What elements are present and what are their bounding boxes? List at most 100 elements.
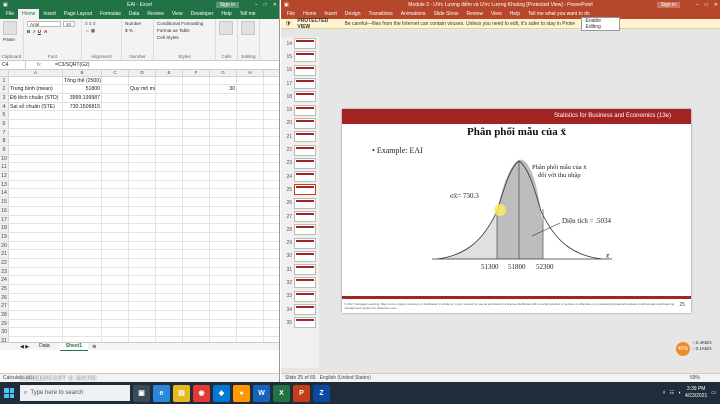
tab-animations[interactable]: Animations bbox=[397, 9, 430, 19]
tab-view[interactable]: View bbox=[487, 9, 506, 19]
grid-cell[interactable] bbox=[102, 198, 129, 206]
grid-cell[interactable] bbox=[63, 258, 102, 267]
grid-cell[interactable] bbox=[102, 311, 129, 319]
grid-cell[interactable] bbox=[102, 232, 129, 241]
chevron-up-icon[interactable]: ˄ bbox=[663, 390, 666, 396]
grid-cell[interactable] bbox=[237, 137, 264, 145]
grid-cell[interactable] bbox=[156, 172, 183, 180]
grid-cell[interactable] bbox=[9, 293, 63, 302]
grid-cell[interactable] bbox=[156, 241, 183, 250]
grid-cell[interactable] bbox=[183, 180, 210, 189]
grid-cell[interactable] bbox=[156, 224, 183, 232]
grid-cell[interactable] bbox=[9, 276, 63, 284]
grid-cell[interactable] bbox=[129, 224, 156, 232]
row-header[interactable]: 29 bbox=[0, 319, 9, 328]
grid-cell[interactable] bbox=[9, 172, 63, 180]
grid-cell[interactable] bbox=[129, 137, 156, 145]
grid-cell[interactable] bbox=[183, 119, 210, 128]
grid-cell[interactable] bbox=[63, 241, 102, 250]
grid-cell[interactable] bbox=[102, 102, 129, 111]
tab-review[interactable]: Review bbox=[143, 9, 167, 19]
grid-cell[interactable] bbox=[129, 293, 156, 302]
grid-cell[interactable] bbox=[102, 319, 129, 328]
tab-help[interactable]: Help bbox=[217, 9, 235, 19]
grid-cell[interactable] bbox=[102, 276, 129, 284]
grid-cell[interactable] bbox=[183, 258, 210, 267]
slide-thumbnail[interactable]: 21 bbox=[281, 130, 319, 143]
editing-icon[interactable] bbox=[241, 21, 255, 35]
grid-cell[interactable] bbox=[129, 215, 156, 224]
grid-cell[interactable] bbox=[129, 328, 156, 337]
slide-thumbnail[interactable]: 14 bbox=[281, 37, 319, 50]
grid-cell[interactable] bbox=[102, 163, 129, 172]
grid-cell[interactable] bbox=[9, 206, 63, 215]
grid-cell[interactable] bbox=[183, 85, 210, 93]
grid-cell[interactable] bbox=[210, 93, 237, 102]
row-header[interactable]: 3 bbox=[0, 93, 9, 102]
cell-styles-button[interactable]: Cell Styles bbox=[157, 35, 212, 40]
grid-cell[interactable] bbox=[63, 232, 102, 241]
row-header[interactable]: 30 bbox=[0, 328, 9, 337]
grid-cell[interactable] bbox=[63, 215, 102, 224]
grid-cell[interactable] bbox=[9, 154, 63, 163]
grid-cell[interactable] bbox=[129, 180, 156, 189]
row-header[interactable]: 15 bbox=[0, 198, 9, 206]
row-header[interactable]: 9 bbox=[0, 146, 9, 154]
grid-cell[interactable] bbox=[156, 128, 183, 137]
grid-cell[interactable] bbox=[9, 311, 63, 319]
column-header[interactable]: D bbox=[129, 70, 156, 76]
grid-cell[interactable] bbox=[183, 293, 210, 302]
underline-icon[interactable]: U bbox=[38, 29, 41, 34]
slide-thumbnail[interactable]: 35 bbox=[281, 316, 319, 329]
excel-icon[interactable]: X bbox=[273, 384, 290, 402]
edge-icon[interactable]: e bbox=[153, 384, 170, 402]
grid-cell[interactable] bbox=[237, 267, 264, 276]
grid-cell[interactable] bbox=[63, 328, 102, 337]
grid-cell[interactable] bbox=[9, 258, 63, 267]
grid-cell[interactable] bbox=[129, 102, 156, 111]
grid-cell[interactable] bbox=[9, 328, 63, 337]
slide-thumbnail[interactable]: 31 bbox=[281, 263, 319, 276]
grid-cell[interactable] bbox=[129, 241, 156, 250]
grid-cell[interactable] bbox=[183, 189, 210, 198]
paste-icon[interactable] bbox=[3, 21, 17, 35]
grid-cell[interactable] bbox=[237, 189, 264, 198]
grid-cell[interactable] bbox=[9, 76, 63, 85]
slide-thumbnail[interactable]: 33 bbox=[281, 290, 319, 303]
grid-cell[interactable] bbox=[210, 198, 237, 206]
grid-cell[interactable] bbox=[183, 232, 210, 241]
grid-cell[interactable] bbox=[237, 302, 264, 311]
row-header[interactable]: 21 bbox=[0, 250, 9, 258]
grid-cell[interactable] bbox=[9, 215, 63, 224]
grid-cell[interactable] bbox=[210, 319, 237, 328]
tab-tell-me[interactable]: Tell me bbox=[236, 9, 260, 19]
sheet-tab-data[interactable]: Data bbox=[33, 343, 56, 350]
network-monitor-badge[interactable]: 45% bbox=[676, 342, 690, 356]
grid-cell[interactable] bbox=[9, 241, 63, 250]
grid-cell[interactable] bbox=[156, 198, 183, 206]
grid-cell[interactable] bbox=[9, 128, 63, 137]
grid-cell[interactable] bbox=[102, 302, 129, 311]
grid-cell[interactable] bbox=[237, 172, 264, 180]
grid-cell[interactable] bbox=[156, 163, 183, 172]
column-header[interactable]: C bbox=[102, 70, 129, 76]
grid-cell[interactable] bbox=[210, 146, 237, 154]
row-header[interactable]: 12 bbox=[0, 172, 9, 180]
grid-cell[interactable] bbox=[183, 154, 210, 163]
start-button[interactable] bbox=[0, 382, 18, 404]
slide-thumbnail[interactable]: 23 bbox=[281, 157, 319, 170]
grid-cell[interactable] bbox=[183, 146, 210, 154]
grid-cell[interactable] bbox=[183, 302, 210, 311]
row-header[interactable]: 13 bbox=[0, 180, 9, 189]
excel-signin-button[interactable]: Sign in bbox=[215, 1, 239, 8]
grid-cell[interactable] bbox=[102, 111, 129, 119]
grid-cell[interactable] bbox=[63, 276, 102, 284]
bold-icon[interactable]: B bbox=[27, 29, 30, 34]
grid-cell[interactable] bbox=[129, 111, 156, 119]
grid-cell[interactable] bbox=[63, 189, 102, 198]
grid-cell[interactable] bbox=[210, 250, 237, 258]
row-header[interactable]: 4 bbox=[0, 102, 9, 111]
grid-cell[interactable] bbox=[156, 189, 183, 198]
row-header[interactable]: 23 bbox=[0, 267, 9, 276]
notification-icon[interactable]: ▭ bbox=[711, 390, 716, 396]
